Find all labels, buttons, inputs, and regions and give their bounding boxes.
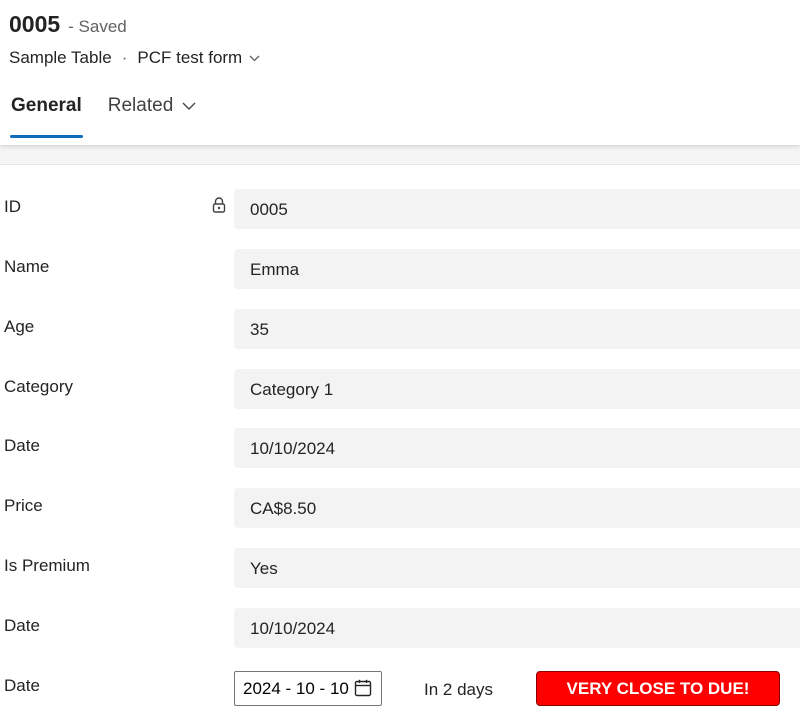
tab-general[interactable]: General [10, 90, 83, 138]
field-label-date: Date [4, 436, 40, 455]
chevron-down-icon [249, 55, 260, 61]
record-title: 0005 [9, 11, 61, 37]
field-label-category: Category [4, 377, 73, 396]
lock-icon [212, 197, 226, 213]
field-value-is-premium[interactable]: Yes [234, 548, 800, 588]
date-picker-value: 2024 - 10 - 10 [243, 678, 349, 698]
entity-name: Sample Table [9, 48, 112, 67]
field-label-due-date: Date [4, 676, 40, 695]
field-label-price: Price [4, 496, 43, 515]
save-status: - Saved [68, 17, 127, 36]
tab-related-label: Related [107, 95, 174, 116]
due-status-badge: VERY CLOSE TO DUE! [536, 671, 780, 706]
field-row-date-2: Date 10/10/2024 [0, 608, 800, 648]
title-row: 0005 - Saved [9, 11, 127, 38]
field-row-name: Name Emma [0, 249, 800, 289]
form-selector[interactable]: PCF test form [137, 48, 260, 68]
form-header: 0005 - Saved Sample Table · PCF test for… [0, 0, 800, 145]
field-row-id: ID 0005 [0, 189, 800, 229]
calendar-icon[interactable] [354, 679, 372, 697]
field-row-category: Category Category 1 [0, 369, 800, 409]
selected-tab-indicator [10, 135, 83, 138]
field-value-name[interactable]: Emma [234, 249, 800, 289]
field-value-date[interactable]: 10/10/2024 [234, 428, 800, 468]
field-row-date: Date 10/10/2024 [0, 428, 800, 468]
breadcrumb: Sample Table · PCF test form [9, 48, 260, 68]
date-picker-input[interactable]: 2024 - 10 - 10 [234, 671, 382, 706]
field-value-age[interactable]: 35 [234, 309, 800, 349]
tab-related[interactable]: Related [108, 90, 197, 138]
section-band [0, 145, 800, 165]
tab-general-label: General [11, 95, 82, 116]
field-label-date-2: Date [4, 616, 40, 635]
field-label-age: Age [4, 317, 35, 336]
field-value-id: 0005 [234, 189, 800, 229]
field-row-is-premium: Is Premium Yes [0, 548, 800, 588]
field-value-category[interactable]: Category 1 [234, 369, 800, 409]
field-row-due-date: Date 2024 - 10 - 10 In 2 days VERY CLOSE… [0, 668, 800, 708]
form-name: PCF test form [137, 48, 243, 67]
field-label-name: Name [4, 257, 50, 276]
field-row-price: Price CA$8.50 [0, 488, 800, 528]
days-remaining-text: In 2 days [424, 680, 493, 699]
tab-list: General Related [0, 90, 196, 138]
field-label-is-premium: Is Premium [4, 556, 90, 575]
breadcrumb-separator: · [121, 48, 128, 67]
chevron-down-icon [182, 102, 196, 110]
field-row-age: Age 35 [0, 309, 800, 349]
field-value-date-2[interactable]: 10/10/2024 [234, 608, 800, 648]
field-value-price[interactable]: CA$8.50 [234, 488, 800, 528]
field-label-id: ID [4, 197, 21, 216]
